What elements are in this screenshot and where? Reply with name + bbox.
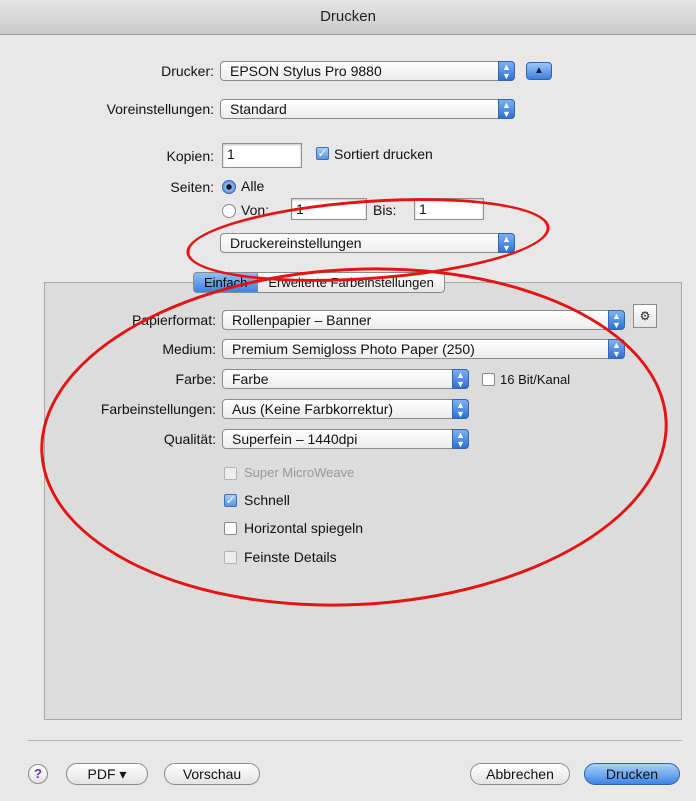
updown-arrow-icon: ▲ ▼ — [608, 310, 625, 330]
presets-label: Voreinstellungen: — [106, 101, 214, 117]
pdf-button[interactable]: PDF ▾ — [66, 763, 148, 785]
pages-all-radio[interactable] — [222, 180, 236, 194]
printer-value: EPSON Stylus Pro 9880 — [230, 63, 382, 79]
help-icon[interactable]: ? — [28, 764, 48, 784]
collapse-details-button[interactable]: ▲ — [526, 62, 552, 80]
printer-popup[interactable]: EPSON Stylus Pro 9880 ▲ ▼ — [220, 61, 515, 81]
footer-divider — [28, 740, 682, 741]
preview-button[interactable]: Vorschau — [164, 763, 260, 785]
collate-label: Sortiert drucken — [334, 146, 433, 162]
printer-label: Drucker: — [161, 63, 214, 79]
updown-arrow-icon: ▲ ▼ — [498, 99, 515, 119]
cancel-button[interactable]: Abbrechen — [470, 763, 570, 785]
print-button[interactable]: Drucken — [584, 763, 680, 785]
paper-settings-icon[interactable]: ⚙ — [633, 304, 657, 328]
copies-label: Kopien: — [166, 148, 214, 164]
collate-checkbox[interactable]: ✓ — [316, 147, 329, 160]
copies-input[interactable]: 1 — [222, 143, 302, 168]
pages-range-radio[interactable] — [222, 204, 236, 218]
presets-value: Standard — [230, 101, 287, 117]
presets-popup[interactable]: Standard ▲ ▼ — [220, 99, 515, 119]
pages-label: Seiten: — [170, 179, 214, 195]
pages-all-label: Alle — [241, 178, 265, 194]
updown-arrow-icon: ▲ ▼ — [498, 61, 515, 81]
window-title: Drucken — [0, 0, 696, 35]
